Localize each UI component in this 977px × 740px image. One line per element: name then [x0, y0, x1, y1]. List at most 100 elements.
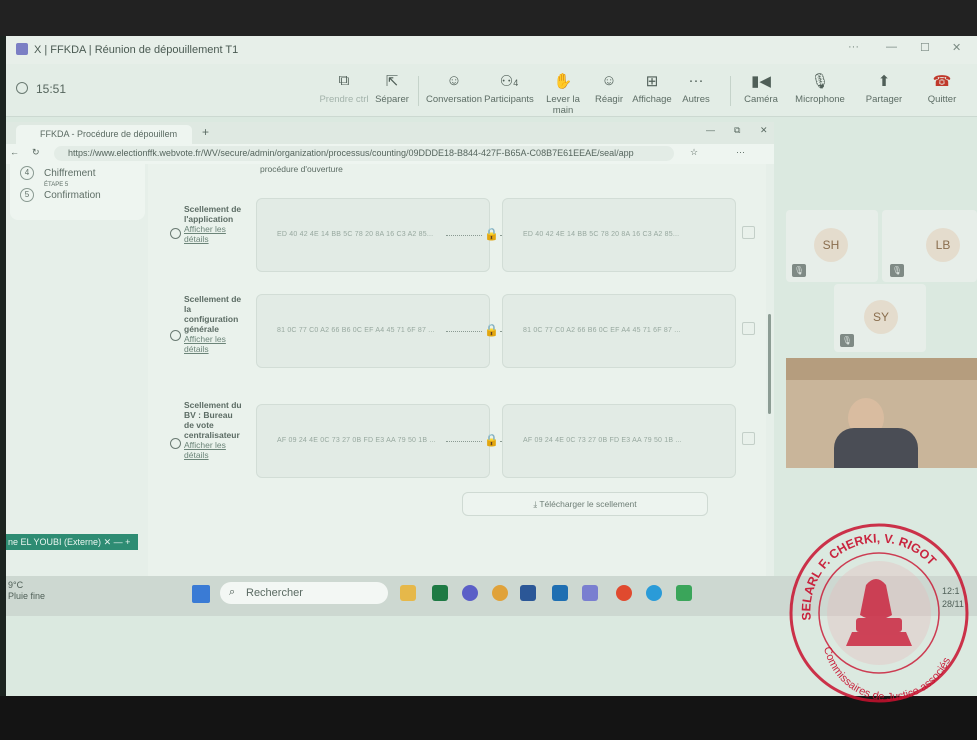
refresh-icon[interactable]: ↻: [32, 147, 40, 158]
seal-page: 4 Chiffrement ÉTAPE 5 5 Confirmation pro…: [6, 164, 774, 582]
word-icon[interactable]: [520, 585, 536, 601]
participants-label: Participants: [484, 94, 534, 105]
lock-icon: 🔒: [484, 433, 499, 447]
hash-value: AF 09 24 4E 0C 73 27 0B FD E3 AA 79 50 1…: [523, 437, 682, 444]
browser-tab[interactable]: FFKDA - Procédure de dépouillem: [16, 125, 192, 144]
conversation-button[interactable]: ☺ Conversation: [426, 72, 482, 105]
react-button[interactable]: ☺ Réagir: [592, 72, 626, 105]
more-window-icon[interactable]: ···: [848, 41, 859, 53]
avatar: LB: [926, 228, 960, 262]
browser-restore-icon[interactable]: ⧉: [734, 125, 740, 136]
app-icon[interactable]: [616, 585, 632, 601]
download-seal-button[interactable]: ⤓ Télécharger le scellement: [462, 492, 708, 516]
check-circle-icon: [170, 330, 181, 341]
seal-row-label: Scellement de l'application Afficher les…: [170, 204, 244, 244]
browser-minimize-icon[interactable]: —: [706, 125, 715, 135]
view-button[interactable]: ⊞ Affichage: [630, 72, 674, 105]
step-4-icon: 4: [20, 166, 34, 180]
page-scrollbar[interactable]: [766, 164, 774, 582]
check-circle-icon: [170, 228, 181, 239]
teams-logo-icon: [16, 43, 28, 55]
leave-button[interactable]: ☎ Quitter: [920, 72, 964, 105]
show-details-link[interactable]: Afficher les détails: [176, 334, 244, 354]
edge-icon[interactable]: [646, 585, 662, 601]
taskbar-search[interactable]: ⌕ Rechercher: [220, 582, 388, 604]
check-circle-icon: [170, 438, 181, 449]
row-checkbox[interactable]: [742, 322, 755, 335]
more-label: Autres: [682, 94, 710, 105]
popout-button[interactable]: ⇱ Séparer: [372, 72, 412, 105]
mic-muted-icon: 🎙: [890, 264, 904, 277]
outlook-icon[interactable]: [552, 585, 568, 601]
mic-muted-icon: ✕ — +: [103, 537, 131, 547]
browser-address-bar: ← ↻ https://www.electionffk.webvote.fr/W…: [6, 144, 774, 164]
url-field[interactable]: https://www.electionffk.webvote.fr/WV/se…: [54, 146, 674, 161]
hangup-icon: ☎: [932, 73, 952, 90]
hash-box-right: ED 40 42 4E 14 BB 5C 78 20 8A 16 C3 A2 8…: [502, 198, 736, 272]
participant-name: ne EL YOUBI (Externe): [8, 537, 102, 547]
raise-hand-icon: ✋: [553, 73, 573, 90]
browser-menu-icon[interactable]: ···: [736, 147, 745, 157]
share-icon: ⬆: [877, 73, 891, 90]
back-icon[interactable]: ←: [10, 147, 19, 157]
mic-muted-icon: 🎙: [792, 264, 806, 277]
shield-icon: [16, 82, 28, 94]
monitor-bezel-top: [0, 0, 977, 36]
app-icon[interactable]: [676, 585, 692, 601]
participant-tile[interactable]: LB 🎙: [882, 210, 977, 282]
participants-button[interactable]: ⚇4 Participants: [482, 72, 536, 105]
share-label: Partager: [865, 94, 903, 105]
grid-icon: ⊞: [645, 73, 659, 90]
participant-tile[interactable]: SH 🎙: [786, 210, 878, 282]
raise-hand-button[interactable]: ✋ Lever la main: [536, 72, 590, 116]
steps-panel: 4 Chiffrement ÉTAPE 5 5 Confirmation: [10, 164, 145, 220]
new-tab-icon[interactable]: +: [202, 125, 209, 139]
connector: [446, 331, 482, 332]
camera-button[interactable]: ▮◀ Caméra: [738, 72, 784, 105]
lock-icon: 🔒: [484, 323, 499, 337]
teams-meeting-icon[interactable]: [582, 585, 598, 601]
popout-label: Séparer: [375, 94, 409, 105]
hash-value: 81 0C 77 C0 A2 66 B6 0C EF A4 45 71 6F 8…: [277, 327, 435, 334]
chrome-icon[interactable]: [492, 585, 508, 601]
row-checkbox[interactable]: [742, 432, 755, 445]
divider: [730, 76, 731, 106]
minimize-icon[interactable]: —: [886, 41, 897, 53]
weather-desc: Pluie fine: [8, 591, 46, 601]
search-icon: ⌕: [229, 586, 236, 598]
smiley-icon: ☺: [601, 72, 617, 89]
seal-row-title: Scellement du BV : Bureau de vote centra…: [184, 400, 242, 440]
step-4-label[interactable]: Chiffrement: [44, 168, 96, 179]
share-button[interactable]: ⬆ Partager: [862, 72, 906, 105]
chat-icon: ☺: [446, 72, 462, 89]
show-details-link[interactable]: Afficher les détails: [176, 224, 244, 244]
hash-box-right: 81 0C 77 C0 A2 66 B6 0C EF A4 45 71 6F 8…: [502, 294, 736, 368]
scrollbar-thumb[interactable]: [768, 314, 771, 414]
favorites-icon[interactable]: ☆: [690, 147, 698, 158]
file-explorer-icon[interactable]: [400, 585, 416, 601]
row-checkbox[interactable]: [742, 226, 755, 239]
hash-value: ED 40 42 4E 14 BB 5C 78 20 8A 16 C3 A2 8…: [277, 231, 434, 238]
microphone-button[interactable]: 🎙 Microphone: [792, 72, 848, 105]
hash-box-right: AF 09 24 4E 0C 73 27 0B FD E3 AA 79 50 1…: [502, 404, 736, 478]
avatar: SH: [814, 228, 848, 262]
participant-video[interactable]: [786, 358, 977, 468]
participant-tile[interactable]: SY 🎙: [834, 284, 926, 352]
step-5-label[interactable]: Confirmation: [44, 190, 101, 201]
teams-meeting-toolbar: 15:51 ⧉ Prendre ctrl ⇱ Séparer ☺ Conversati…: [6, 64, 977, 117]
share-control-button[interactable]: ⧉ Prendre ctrl: [316, 72, 372, 105]
more-button[interactable]: ··· Autres: [678, 72, 714, 105]
teams-window-title: X | FFKDA | Réunion de dépouillement T1: [34, 44, 239, 56]
start-icon[interactable]: [192, 585, 210, 603]
maximize-icon[interactable]: ☐: [920, 41, 930, 54]
weather-widget[interactable]: 9°C Pluie fine: [8, 580, 45, 602]
connector: [446, 235, 482, 236]
seal-row: Scellement de l'application Afficher les…: [162, 198, 755, 274]
show-details-link[interactable]: Afficher les détails: [176, 440, 244, 460]
react-label: Réagir: [595, 94, 623, 105]
mic-muted-icon: 🎙: [840, 334, 854, 347]
close-icon[interactable]: ✕: [952, 41, 961, 54]
teams-icon[interactable]: [462, 585, 478, 601]
browser-close-icon[interactable]: ✕: [760, 125, 768, 136]
excel-icon[interactable]: [432, 585, 448, 601]
